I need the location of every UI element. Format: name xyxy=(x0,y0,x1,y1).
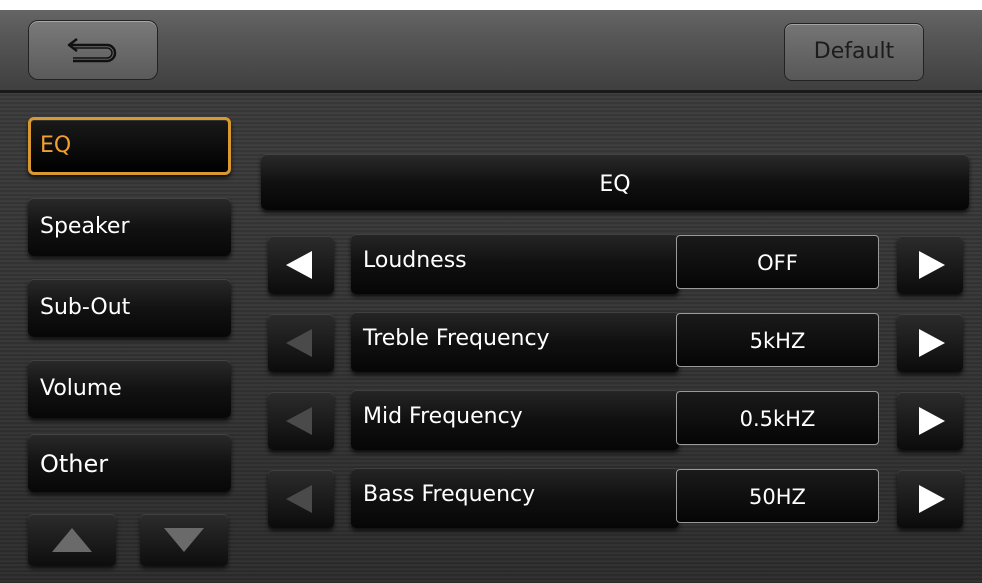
menu-item-other[interactable]: Other xyxy=(28,434,231,492)
arrow-right-icon xyxy=(919,329,945,357)
top-bar: Default xyxy=(0,0,982,93)
bass-prev-button[interactable] xyxy=(268,470,334,528)
setting-value-mid-frequency: 0.5kHZ xyxy=(676,391,879,445)
menu-item-speaker[interactable]: Speaker xyxy=(28,198,231,256)
arrow-left-icon xyxy=(286,407,312,435)
setting-label-mid-frequency: Mid Frequency xyxy=(351,390,679,450)
setting-label-loudness: Loudness xyxy=(351,234,679,294)
menu-item-sub-out[interactable]: Sub-Out xyxy=(28,279,231,337)
mid-next-button[interactable] xyxy=(897,392,963,450)
arrow-left-icon xyxy=(286,251,312,279)
triangle-up-icon xyxy=(52,528,92,552)
treble-prev-button[interactable] xyxy=(268,314,334,372)
setting-label-bass-frequency: Bass Frequency xyxy=(351,468,679,528)
menu-item-volume[interactable]: Volume xyxy=(28,360,231,418)
arrow-right-icon xyxy=(919,251,945,279)
menu-scroll-down-button[interactable] xyxy=(140,514,228,566)
loudness-next-button[interactable] xyxy=(897,236,963,294)
mid-prev-button[interactable] xyxy=(268,392,334,450)
setting-value-loudness: OFF xyxy=(676,235,879,289)
treble-next-button[interactable] xyxy=(897,314,963,372)
arrow-right-icon xyxy=(919,407,945,435)
bass-next-button[interactable] xyxy=(897,470,963,528)
menu-item-eq[interactable]: EQ xyxy=(28,117,231,175)
default-button[interactable]: Default xyxy=(784,23,924,81)
arrow-right-icon xyxy=(919,485,945,513)
section-title: EQ xyxy=(261,154,969,210)
triangle-down-icon xyxy=(164,528,204,552)
back-button[interactable] xyxy=(28,20,158,80)
loudness-prev-button[interactable] xyxy=(268,236,334,294)
menu-scroll-up-button[interactable] xyxy=(28,514,116,566)
arrow-left-icon xyxy=(286,485,312,513)
setting-value-treble-frequency: 5kHZ xyxy=(676,313,879,367)
setting-value-bass-frequency: 50HZ xyxy=(676,469,879,523)
setting-label-treble-frequency: Treble Frequency xyxy=(351,312,679,372)
arrow-left-icon xyxy=(286,329,312,357)
return-arrow-icon xyxy=(67,38,117,63)
